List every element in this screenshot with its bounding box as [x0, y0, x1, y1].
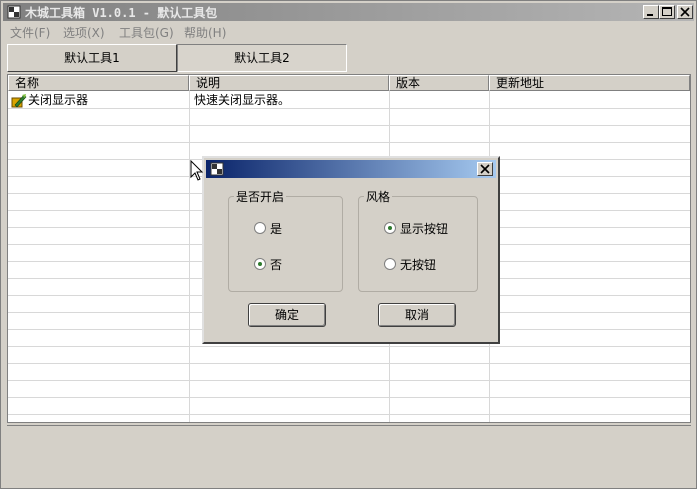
column-header-version[interactable]: 版本: [389, 75, 489, 91]
minimize-icon: [647, 14, 653, 16]
row-divider: [8, 363, 690, 364]
enable-yes-radio[interactable]: [254, 222, 266, 234]
row-divider: [8, 346, 690, 347]
row-divider: [8, 414, 690, 415]
row-divider: [8, 397, 690, 398]
enable-yes-label[interactable]: 是: [270, 220, 282, 237]
tab-label: 默认工具1: [64, 51, 120, 65]
close-button[interactable]: [677, 5, 693, 19]
column-header-update-url[interactable]: 更新地址: [489, 75, 690, 91]
ok-button[interactable]: 确定: [248, 303, 326, 327]
row-divider: [8, 108, 690, 109]
column-divider: [189, 91, 190, 422]
mouse-pointer-icon: [190, 160, 204, 181]
cancel-button-label: 取消: [404, 308, 429, 322]
table-row[interactable]: 关闭显示器 快速关闭显示器。: [8, 92, 690, 108]
column-header-name[interactable]: 名称: [8, 75, 189, 91]
style-no-buttons-radio[interactable]: [384, 258, 396, 270]
cancel-button[interactable]: 取消: [378, 303, 456, 327]
menu-options[interactable]: 选项(X): [63, 24, 105, 41]
dialog-title-bar[interactable]: [206, 160, 496, 178]
style-show-buttons-label[interactable]: 显示按钮: [400, 220, 448, 237]
row-divider: [8, 142, 690, 143]
status-area: [7, 425, 691, 488]
enable-no-radio[interactable]: [254, 258, 266, 270]
app-icon: [7, 5, 21, 19]
menu-toolkit[interactable]: 工具包(G): [119, 24, 174, 41]
minimize-button[interactable]: [643, 5, 659, 19]
row-divider: [8, 380, 690, 381]
maximize-icon: [662, 7, 672, 16]
cell-name: 关闭显示器: [28, 93, 89, 107]
app-icon: [210, 162, 224, 176]
close-icon: [480, 164, 490, 174]
menu-help[interactable]: 帮助(H): [184, 24, 226, 41]
tab-label: 默认工具2: [234, 51, 290, 65]
style-group-label: 风格: [364, 188, 393, 205]
tab-default-tool-2[interactable]: 默认工具2: [177, 44, 347, 72]
ok-button-label: 确定: [274, 308, 299, 322]
enable-groupbox: [228, 196, 343, 292]
style-show-buttons-radio[interactable]: [384, 222, 396, 234]
maximize-button[interactable]: [659, 5, 675, 19]
style-no-buttons-label[interactable]: 无按钮: [400, 256, 436, 273]
title-bar[interactable]: 木城工具箱 V1.0.1 - 默认工具包: [3, 3, 694, 21]
column-header-description[interactable]: 说明: [189, 75, 389, 91]
tool-icon: [11, 94, 27, 108]
settings-dialog: 是否开启 是 否 风格 显示按钮 无按钮 确定 取消: [202, 156, 500, 344]
window-title: 木城工具箱 V1.0.1 - 默认工具包: [25, 6, 218, 20]
close-icon: [680, 7, 690, 17]
cell-description: 快速关闭显示器。: [194, 93, 291, 107]
dialog-close-button[interactable]: [477, 162, 493, 176]
menu-file[interactable]: 文件(F): [10, 24, 50, 41]
enable-no-label[interactable]: 否: [270, 256, 282, 273]
row-divider: [8, 125, 690, 126]
style-groupbox: [358, 196, 478, 292]
tab-default-tool-1[interactable]: 默认工具1: [7, 44, 177, 72]
enable-group-label: 是否开启: [234, 188, 287, 205]
